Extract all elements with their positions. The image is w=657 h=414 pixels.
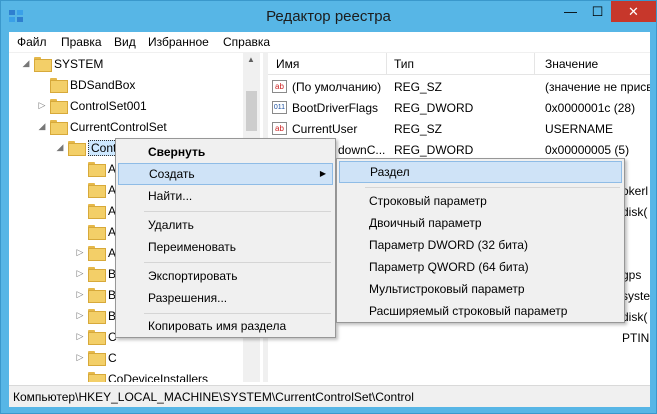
tree-item-partial[interactable]: ▷ B: [75, 263, 116, 284]
menu-item-create[interactable]: Создать ▶: [118, 163, 333, 185]
maximize-button[interactable]: ☐: [584, 1, 611, 22]
create-submenu: Раздел Строковый параметр Двоичный парам…: [336, 158, 625, 323]
submenu-item-key[interactable]: Раздел: [339, 161, 622, 183]
context-menu: Свернуть Создать ▶ Найти... Удалить Пере…: [115, 138, 336, 338]
folder-icon: [88, 372, 106, 382]
folder-icon: [88, 309, 106, 324]
menu-favorites[interactable]: Избранное: [148, 35, 209, 49]
menu-item-delete[interactable]: Удалить: [118, 214, 333, 236]
list-value-fragment: okerl: [622, 184, 649, 198]
menu-view[interactable]: Вид: [114, 35, 136, 49]
list-value-fragment: disk(: [622, 205, 648, 219]
status-bar: Компьютер\HKEY_LOCAL_MACHINE\SYSTEM\Curr…: [9, 385, 650, 407]
folder-icon: [88, 246, 106, 261]
tree-item-partial[interactable]: A: [75, 158, 116, 179]
tree-label: ControlSet001: [70, 98, 147, 113]
collapse-arrow-icon[interactable]: ◢: [55, 142, 65, 153]
list-row[interactable]: ab (По умолчанию) REG_SZ (значение не пр…: [268, 77, 650, 98]
menu-item-collapse[interactable]: Свернуть: [118, 141, 333, 163]
title-bar[interactable]: Редактор реестра — ☐ ✕: [1, 1, 656, 32]
list-header: Имя Тип Значение: [268, 53, 650, 75]
folder-icon: [88, 330, 106, 345]
column-header-name[interactable]: Имя: [276, 57, 299, 71]
collapse-arrow-icon[interactable]: ◢: [37, 121, 47, 132]
tree-item-controlset001[interactable]: ▷ ControlSet001: [37, 95, 147, 116]
minimize-button[interactable]: —: [557, 1, 584, 22]
string-value-icon: ab: [272, 122, 287, 135]
tree-item-partial[interactable]: ▷ A: [75, 242, 116, 263]
submenu-item-string-value[interactable]: Строковый параметр: [339, 190, 622, 212]
menu-item-permissions[interactable]: Разрешения...: [118, 287, 333, 309]
scroll-up-arrow-icon[interactable]: ▲: [247, 55, 255, 64]
column-header-type[interactable]: Тип: [394, 57, 414, 71]
folder-icon: [50, 99, 68, 114]
menu-separator: [144, 313, 331, 314]
folder-icon: [88, 267, 106, 282]
menu-separator: [144, 211, 331, 212]
key-path: Компьютер\HKEY_LOCAL_MACHINE\SYSTEM\Curr…: [13, 390, 414, 404]
menu-edit[interactable]: Правка: [61, 35, 102, 49]
tree-label: BDSandBox: [70, 77, 136, 92]
tree-item-partial[interactable]: A: [75, 200, 116, 221]
menu-item-rename[interactable]: Переименовать: [118, 236, 333, 258]
folder-icon: [68, 141, 86, 156]
list-row[interactable]: ab CurrentUser REG_SZ USERNAME: [268, 119, 650, 140]
menu-help[interactable]: Справка: [223, 35, 270, 49]
column-header-value[interactable]: Значение: [545, 57, 598, 71]
menu-separator: [144, 262, 331, 263]
tree-label: SYSTEM: [54, 56, 104, 71]
menu-item-export[interactable]: Экспортировать: [118, 265, 333, 287]
folder-icon: [50, 78, 68, 93]
menu-file[interactable]: Файл: [17, 35, 47, 49]
folder-icon: [88, 183, 106, 198]
scrollbar-thumb[interactable]: [246, 91, 257, 131]
folder-icon: [88, 162, 106, 177]
tree-item-partial[interactable]: ▷ B: [75, 305, 116, 326]
menu-separator: [365, 187, 620, 188]
list-value-fragment: syste: [622, 289, 650, 303]
submenu-item-dword-value[interactable]: Параметр DWORD (32 бита): [339, 234, 622, 256]
list-value-fragment: PTIN: [622, 331, 650, 345]
folder-icon: [88, 351, 106, 366]
tree-item-partial[interactable]: ▷ C: [75, 347, 117, 368]
tree-item-partial[interactable]: ▷ B: [75, 284, 116, 305]
expand-arrow-icon[interactable]: ▷: [37, 100, 47, 111]
tree-item-partial[interactable]: A: [75, 179, 116, 200]
menu-bar: Файл Правка Вид Избранное Справка: [9, 32, 650, 53]
tree-item-partial[interactable]: A: [75, 221, 116, 242]
tree-item-codeviceinstallers[interactable]: CoDeviceInstallers: [75, 368, 208, 382]
tree-item-system[interactable]: ◢ SYSTEM: [21, 53, 103, 74]
submenu-item-expandable-string-value[interactable]: Расширяемый строковый параметр: [339, 300, 622, 322]
menu-item-copy-key-name[interactable]: Копировать имя раздела: [118, 315, 333, 337]
list-row[interactable]: 011 BootDriverFlags REG_DWORD 0x0000001c…: [268, 98, 650, 119]
submenu-item-binary-value[interactable]: Двоичный параметр: [339, 212, 622, 234]
collapse-arrow-icon[interactable]: ◢: [21, 58, 31, 69]
submenu-item-qword-value[interactable]: Параметр QWORD (64 бита): [339, 256, 622, 278]
menu-item-find[interactable]: Найти...: [118, 185, 333, 207]
menu-item-label: Создать: [149, 167, 195, 181]
folder-icon: [88, 288, 106, 303]
folder-icon: [88, 225, 106, 240]
close-button[interactable]: ✕: [611, 1, 656, 22]
tree-item-currentcontrolset[interactable]: ◢ CurrentControlSet: [37, 116, 167, 137]
list-value-fragment: disk(: [622, 310, 648, 324]
submenu-item-multistring-value[interactable]: Мультистроковый параметр: [339, 278, 622, 300]
tree-label: CurrentControlSet: [70, 119, 167, 134]
string-value-icon: ab: [272, 80, 287, 93]
folder-icon: [50, 120, 68, 135]
tree-item-bdsandbox[interactable]: BDSandBox: [37, 74, 135, 95]
folder-icon: [88, 204, 106, 219]
binary-value-icon: 011: [272, 101, 287, 114]
tree-item-partial[interactable]: ▷ C: [75, 326, 117, 347]
submenu-arrow-icon: ▶: [319, 169, 326, 178]
tree-label: CoDeviceInstallers: [108, 371, 209, 383]
folder-icon: [34, 57, 52, 72]
